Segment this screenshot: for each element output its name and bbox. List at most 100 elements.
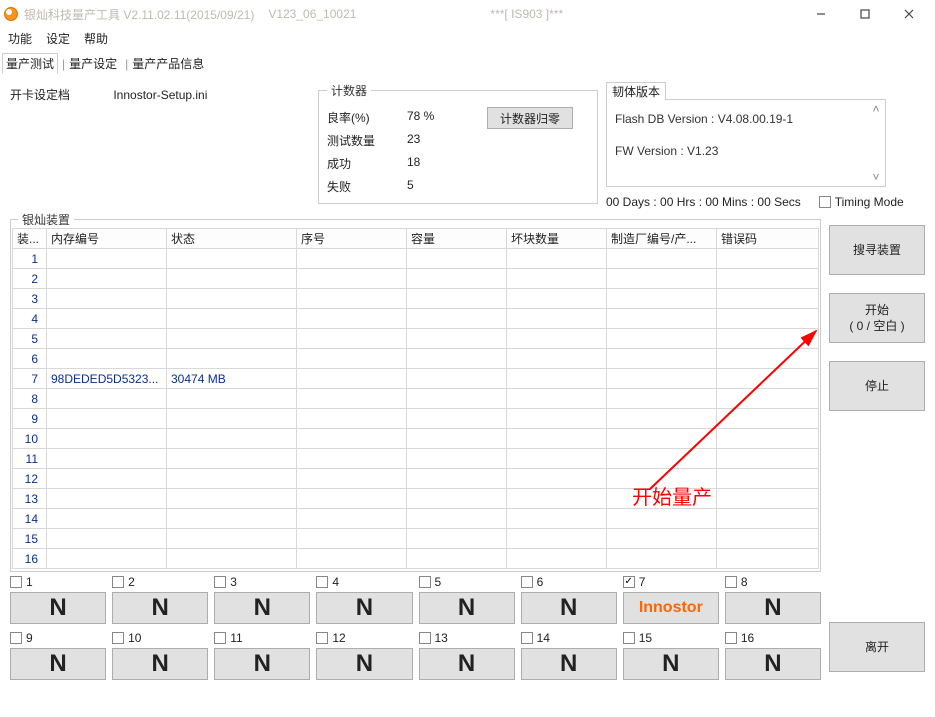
table-row[interactable]: 5 [13, 329, 819, 349]
slot-1-checkbox[interactable] [10, 576, 22, 588]
col-error[interactable]: 错误码 [717, 229, 819, 249]
slot-8: 8N [725, 574, 821, 624]
table-row[interactable]: 798DEDED5D5323...30474 MB [13, 369, 819, 389]
fw-group: 韧体版本 Flash DB Version : V4.08.00.19-1 FW… [606, 82, 906, 191]
table-row[interactable]: 13 [13, 489, 819, 509]
tests-value: 23 [407, 132, 477, 149]
col-memory-id[interactable]: 内存编号 [47, 229, 167, 249]
slot-4: 4N [316, 574, 412, 624]
slot-12-checkbox[interactable] [316, 632, 328, 644]
slot-6-checkbox[interactable] [521, 576, 533, 588]
fail-value: 5 [407, 178, 477, 195]
yield-label: 良率(%) [327, 109, 407, 126]
table-row[interactable]: 2 [13, 269, 819, 289]
main-menu: 功能 设定 帮助 [0, 28, 935, 51]
config-id: V123_06_10021 [268, 7, 356, 21]
timing-mode-label: Timing Mode [835, 195, 904, 209]
card-setup-file: Innostor-Setup.ini [113, 88, 207, 102]
slot-1: 1N [10, 574, 106, 624]
window-close-button[interactable] [887, 2, 931, 26]
table-row[interactable]: 6 [13, 349, 819, 369]
slot-10-checkbox[interactable] [112, 632, 124, 644]
pass-label: 成功 [327, 155, 407, 172]
slot-2-checkbox[interactable] [112, 576, 124, 588]
tab-mp-settings[interactable]: 量产设定 [58, 53, 121, 74]
slot-10: 10N [112, 630, 208, 680]
slot-grid: 1N 2N 3N 4N 5N 6N 7Innostor 8N 9N 10N 11… [10, 574, 821, 680]
tests-label: 测试数量 [327, 132, 407, 149]
slot-9: 9N [10, 630, 106, 680]
table-row[interactable]: 14 [13, 509, 819, 529]
table-row[interactable]: 4 [13, 309, 819, 329]
tab-mp-product-info[interactable]: 量产产品信息 [121, 53, 208, 74]
counter-reset-button[interactable]: 计数器归零 [487, 107, 573, 129]
menu-help[interactable]: 帮助 [84, 30, 108, 47]
table-row[interactable]: 8 [13, 389, 819, 409]
device-table-group: 银灿装置 装... 内存编号 状态 序号 容量 坏块数量 制造厂编号/产... … [10, 211, 821, 572]
window-minimize-button[interactable] [799, 2, 843, 26]
start-button[interactable]: 开始 ( 0 / 空白 ) [829, 293, 925, 343]
chip-label: ***[ IS903 ]*** [490, 7, 563, 21]
col-badblocks[interactable]: 坏块数量 [507, 229, 607, 249]
slot-8-status: N [725, 592, 821, 624]
slot-5-checkbox[interactable] [419, 576, 431, 588]
table-row[interactable]: 1 [13, 249, 819, 269]
slot-13-checkbox[interactable] [419, 632, 431, 644]
slot-8-checkbox[interactable] [725, 576, 737, 588]
search-device-button[interactable]: 搜寻装置 [829, 225, 925, 275]
slot-7-checkbox[interactable] [623, 576, 635, 588]
elapsed-timer: 00 Days : 00 Hrs : 00 Mins : 00 Secs [606, 195, 801, 209]
menu-settings[interactable]: 设定 [46, 30, 70, 47]
slot-14-status: N [521, 648, 617, 680]
col-device[interactable]: 装... [13, 229, 47, 249]
app-icon [4, 7, 18, 21]
slot-2-status: N [112, 592, 208, 624]
col-capacity[interactable]: 容量 [407, 229, 507, 249]
device-table-legend: 银灿装置 [18, 211, 74, 228]
col-vendor[interactable]: 制造厂编号/产... [607, 229, 717, 249]
slot-11-checkbox[interactable] [214, 632, 226, 644]
slot-5: 5N [419, 574, 515, 624]
slot-3-status: N [214, 592, 310, 624]
slot-14: 14N [521, 630, 617, 680]
slot-2: 2N [112, 574, 208, 624]
col-status[interactable]: 状态 [167, 229, 297, 249]
slot-9-checkbox[interactable] [10, 632, 22, 644]
slot-5-status: N [419, 592, 515, 624]
fw-legend: 韧体版本 [606, 82, 666, 100]
slot-4-status: N [316, 592, 412, 624]
slot-7-status: Innostor [623, 592, 719, 624]
table-row[interactable]: 12 [13, 469, 819, 489]
fw-scrollbar[interactable]: ˄˅ [868, 101, 884, 185]
table-row[interactable]: 15 [13, 529, 819, 549]
card-setup-label: 开卡设定档 [10, 86, 110, 103]
fail-label: 失败 [327, 178, 407, 195]
slot-14-checkbox[interactable] [521, 632, 533, 644]
counter-group: 计数器 良率(%)78 % 测试数量23 成功18 失败5 计数器归零 [318, 82, 598, 204]
slot-16-checkbox[interactable] [725, 632, 737, 644]
timing-mode-checkbox[interactable] [819, 196, 831, 208]
window-maximize-button[interactable] [843, 2, 887, 26]
slot-15-checkbox[interactable] [623, 632, 635, 644]
table-row[interactable]: 3 [13, 289, 819, 309]
slot-4-checkbox[interactable] [316, 576, 328, 588]
table-row[interactable]: 9 [13, 409, 819, 429]
table-row[interactable]: 16 [13, 549, 819, 569]
table-row[interactable]: 11 [13, 449, 819, 469]
slot-3-checkbox[interactable] [214, 576, 226, 588]
table-row[interactable]: 10 [13, 429, 819, 449]
slot-3: 3N [214, 574, 310, 624]
tab-strip: 量产测试 量产设定 量产产品信息 [0, 53, 935, 74]
stop-button[interactable]: 停止 [829, 361, 925, 411]
counter-legend: 计数器 [327, 82, 371, 99]
slot-10-status: N [112, 648, 208, 680]
slot-12-status: N [316, 648, 412, 680]
tab-mp-test[interactable]: 量产测试 [2, 53, 58, 74]
device-table: 装... 内存编号 状态 序号 容量 坏块数量 制造厂编号/产... 错误码 1… [12, 228, 819, 569]
menu-function[interactable]: 功能 [8, 30, 32, 47]
fw-version: FW Version : V1.23 [615, 140, 879, 162]
slot-11: 11N [214, 630, 310, 680]
slot-7: 7Innostor [623, 574, 719, 624]
exit-button[interactable]: 离开 [829, 622, 925, 672]
col-serial[interactable]: 序号 [297, 229, 407, 249]
